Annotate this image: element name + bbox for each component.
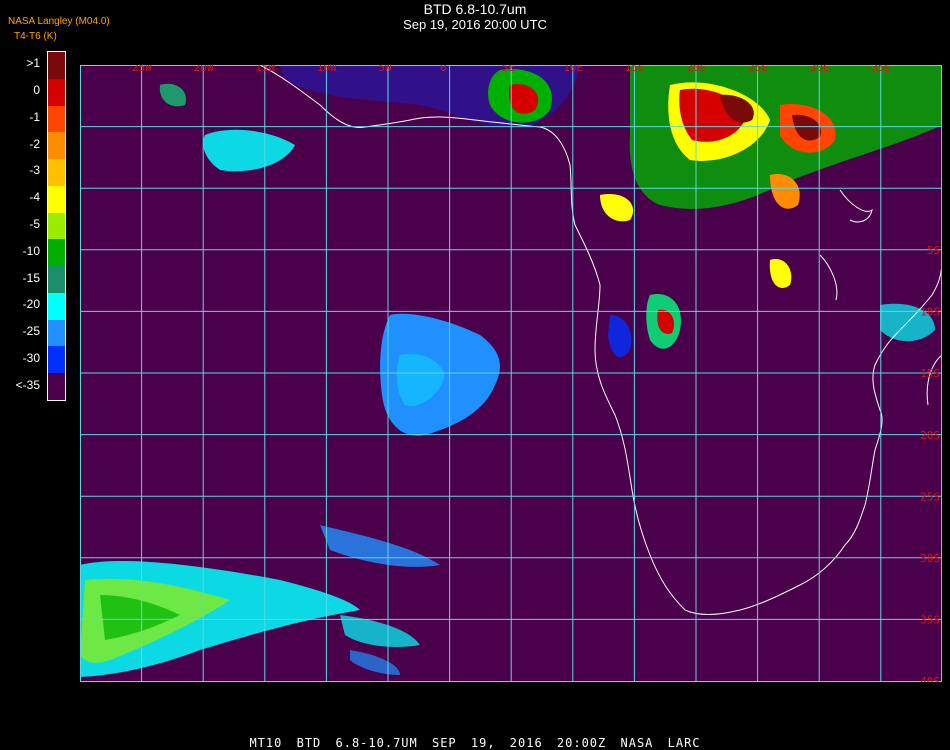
colorbar-segment (48, 239, 65, 267)
colorbar-tick-label: -5 (29, 217, 40, 231)
colorbar-tick-label: 0 (33, 83, 40, 98)
latitude-label: 25S (920, 490, 940, 503)
image-timestamp: Sep 19, 2016 20:00 UTC (403, 17, 547, 32)
longitude-label: 20W (194, 65, 214, 74)
colorbar-tick-label: -4 (29, 190, 40, 205)
colorbar-segment (48, 105, 65, 133)
colorbar (47, 51, 66, 401)
latitude-label: 35S (920, 614, 940, 627)
image-title: BTD 6.8-10.7um (423, 1, 527, 17)
longitude-label: 30E (810, 65, 830, 74)
latitude-label: 30S (920, 552, 940, 565)
longitude-label: 5E (502, 65, 515, 74)
footer-agency: NASA LARC (620, 736, 701, 750)
colorbar-segment (48, 266, 65, 293)
colorbar-tick-label: -10 (22, 243, 40, 258)
colorbar-tick-label: >1 (26, 56, 40, 71)
colorbar-tick-label: -30 (22, 350, 40, 365)
longitude-label: 5W (378, 65, 392, 74)
colorbar-tick-label: -20 (22, 297, 40, 312)
colorbar-segment (48, 373, 65, 400)
colorbar-segment (48, 132, 65, 160)
footer-satellite: MT10 (249, 736, 283, 750)
colorbar-segment (48, 319, 65, 347)
latitude-label: 5S (927, 244, 940, 257)
colorbar-segment (48, 159, 65, 186)
latitude-label: 40S (920, 675, 940, 682)
colorbar-tick-label: -2 (29, 136, 40, 151)
colorbar-tick-label: -1 (29, 109, 40, 124)
colorbar-segment (48, 78, 65, 106)
footer-date: SEP 19, 2016 20:00Z (431, 736, 607, 750)
colorbar-tick-label: -25 (22, 324, 40, 339)
colorbar-segment (48, 52, 65, 79)
colorbar-tick-label: <-35 (15, 377, 40, 392)
colorbar-units-label: T4-T6 (K) (14, 31, 57, 42)
latitude-label: 15S (920, 367, 940, 380)
longitude-label: 10E (563, 65, 583, 74)
latitude-label: 20S (920, 429, 940, 442)
longitude-label: 25E (748, 65, 768, 74)
latitude-label: 10S (920, 306, 940, 319)
longitude-label: 25W (132, 65, 152, 74)
colorbar-segment (48, 346, 65, 374)
credit-label: NASA Langley (M04.0) (8, 16, 110, 27)
longitude-label: 35E (871, 65, 891, 74)
colorbar-segment (48, 212, 65, 240)
footer-product: BTD 6.8-10.7UM (296, 736, 418, 750)
colorbar-segment (48, 292, 65, 320)
longitude-label: 0 (440, 65, 447, 74)
longitude-label: 15W (255, 65, 275, 74)
colorbar-segment (48, 185, 65, 213)
longitude-label: 10W (317, 65, 337, 74)
colorbar-tick-label: -15 (22, 270, 40, 285)
colorbar-tick-label: -3 (29, 163, 40, 178)
longitude-label: 15E (625, 65, 645, 74)
image-footer: MT10 BTD 6.8-10.7UM SEP 19, 2016 20:00Z … (0, 736, 950, 750)
satellite-map: 25W 20W 15W 10W 5W 0 5E 10E 15E 20E 25E 30E 35E 5S 10… (80, 65, 942, 682)
longitude-label: 20E (686, 65, 706, 74)
